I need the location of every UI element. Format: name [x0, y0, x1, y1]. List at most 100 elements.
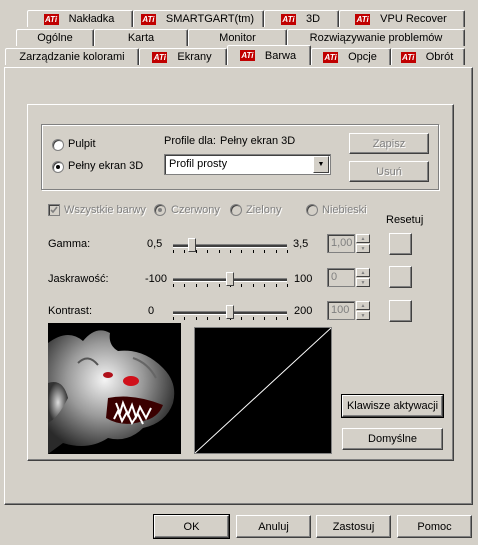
contrast-slider-tick: [173, 317, 174, 320]
radio-fullscreen-label: Pełny ekran 3D: [68, 160, 144, 172]
ok-button[interactable]: OK: [153, 514, 230, 539]
brightness-value-field[interactable]: 0: [327, 268, 355, 287]
brightness-slider-tick: [276, 284, 277, 287]
hotkeys-button[interactable]: Klawisze aktywacji: [341, 394, 444, 418]
gamma-min: 0,5: [147, 238, 163, 250]
gamma-slider-tick: [184, 250, 185, 253]
preview-image: [48, 323, 181, 454]
gamma-slider-tick: [264, 250, 265, 253]
radio-blue-label: Niebieski: [322, 204, 367, 216]
all-colors-label: Wszystkie barwy: [64, 204, 146, 216]
tab-options[interactable]: ATi Opcje: [311, 48, 391, 65]
radio-desktop-label: Pulpit: [68, 138, 96, 150]
tab-label: Ogólne: [37, 32, 73, 44]
tab-label: Zarządzanie kolorami: [19, 51, 125, 63]
chevron-down-icon[interactable]: ▼: [313, 156, 329, 173]
tab-color-management[interactable]: Zarządzanie kolorami: [5, 48, 139, 65]
gamma-slider-tick: [253, 250, 254, 253]
gamma-up-button[interactable]: ▲: [356, 234, 370, 243]
radio-fullscreen[interactable]: [52, 161, 64, 173]
tab-3d[interactable]: ATi 3D: [264, 10, 339, 27]
cancel-button[interactable]: Anuluj: [236, 515, 311, 538]
radio-blue[interactable]: [306, 204, 318, 216]
tab-general[interactable]: Ogólne: [16, 29, 94, 46]
tab-adapter[interactable]: Karta: [94, 29, 188, 46]
tab-label: Nakładka: [68, 13, 115, 25]
contrast-slider-tick: [196, 317, 197, 320]
profile-dropdown[interactable]: Profil prosty ▼: [164, 154, 331, 175]
tab-color[interactable]: ATi Barwa: [227, 45, 311, 65]
tab-rotation[interactable]: ATi Obrót: [391, 48, 465, 65]
delete-button[interactable]: Usuń: [349, 161, 429, 182]
tab-overlay[interactable]: ATi Nakładka: [27, 10, 133, 27]
contrast-down-button[interactable]: ▼: [356, 311, 370, 320]
contrast-up-button[interactable]: ▲: [356, 301, 370, 310]
brightness-reset-button[interactable]: [389, 266, 412, 288]
defaults-button[interactable]: Domyślne: [342, 428, 443, 450]
contrast-slider-thumb[interactable]: [226, 305, 234, 319]
radio-red-label: Czerwony: [171, 204, 220, 216]
apply-button[interactable]: Zastosuj: [316, 515, 391, 538]
profile-dropdown-value: Profil prosty: [169, 158, 228, 170]
tab-label: Opcje: [348, 51, 377, 63]
radio-green[interactable]: [230, 204, 242, 216]
tab-smartgart[interactable]: ATi SMARTGART(tm): [133, 10, 264, 27]
gamma-slider-tick: [173, 250, 174, 253]
contrast-slider-tick: [287, 317, 288, 320]
contrast-slider-tick: [184, 317, 185, 320]
ati-logo-icon: ATi: [43, 13, 59, 25]
brightness-down-button[interactable]: ▼: [356, 278, 370, 287]
brightness-slider-thumb[interactable]: [226, 272, 234, 286]
save-button[interactable]: Zapisz: [349, 133, 429, 154]
check-icon: [50, 206, 58, 214]
contrast-min: 0: [148, 305, 155, 317]
gamma-slider-tick: [196, 250, 197, 253]
gamma-value-field[interactable]: 1,00: [327, 234, 355, 253]
radio-red[interactable]: [154, 204, 166, 216]
tab-label: Karta: [127, 32, 155, 44]
gamma-slider-tick: [207, 250, 208, 253]
reset-label: Resetuj: [386, 214, 424, 226]
tab-label: Barwa: [264, 49, 297, 62]
contrast-slider-tick: [276, 317, 277, 320]
all-colors-checkbox[interactable]: [48, 204, 60, 216]
gamma-slider-thumb[interactable]: [188, 238, 196, 252]
contrast-slider-tick: [241, 317, 242, 320]
gamma-slider-tick: [276, 250, 277, 253]
ati-logo-icon: ATi: [280, 13, 296, 25]
help-button[interactable]: Pomoc: [397, 515, 472, 538]
brightness-slider-tick: [196, 284, 197, 287]
ati-logo-icon: ATi: [323, 51, 339, 63]
brightness-slider-tick: [253, 284, 254, 287]
tab-displays[interactable]: ATi Ekrany: [139, 48, 227, 65]
brightness-slider-tick: [287, 284, 288, 287]
tab-vpu-recover[interactable]: ATi VPU Recover: [339, 10, 465, 27]
brightness-label: Jaskrawość:: [48, 273, 109, 285]
gamma-down-button[interactable]: ▼: [356, 244, 370, 253]
gamma-reset-button[interactable]: [389, 233, 412, 255]
radio-desktop[interactable]: [52, 139, 64, 151]
tab-label: 3D: [305, 13, 321, 25]
brightness-slider-tick: [173, 284, 174, 287]
contrast-max: 200: [294, 305, 313, 317]
contrast-label: Kontrast:: [48, 305, 93, 317]
contrast-slider-tick: [219, 317, 220, 320]
gamma-max: 3,5: [293, 238, 309, 250]
tab-troubleshooting[interactable]: Rozwiązywanie problemów: [287, 29, 465, 46]
gamma-slider-tick: [241, 250, 242, 253]
tab-label: Monitor: [219, 32, 256, 44]
profile-for-value: Pełny ekran 3D: [220, 135, 296, 147]
brightness-max: 100: [294, 273, 313, 285]
brightness-up-button[interactable]: ▲: [356, 268, 370, 277]
tab-monitor[interactable]: Monitor: [188, 29, 287, 46]
radio-selected-dot: [56, 165, 60, 169]
radio-selected-dot: [158, 208, 162, 212]
contrast-reset-button[interactable]: [389, 300, 412, 322]
brightness-slider-tick: [219, 284, 220, 287]
gamma-label: Gamma:: [48, 238, 91, 250]
contrast-value-field[interactable]: 100: [327, 301, 355, 320]
tab-label: Rozwiązywanie problemów: [309, 32, 443, 44]
ati-logo-icon: ATi: [355, 13, 371, 25]
brightness-slider-tick: [264, 284, 265, 287]
tab-label: VPU Recover: [380, 13, 447, 25]
